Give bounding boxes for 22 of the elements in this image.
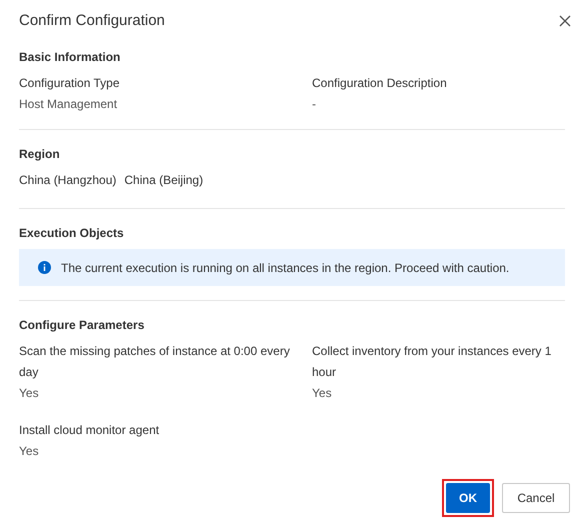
field-label: Scan the missing patches of instance at 0:00 every day: [19, 343, 291, 381]
field-value: Yes: [19, 385, 40, 402]
field-label: Install cloud monitor agent: [19, 422, 160, 439]
field-value: Host Management: [19, 96, 118, 113]
field-value: -: [312, 96, 317, 113]
info-icon: [38, 261, 51, 274]
dialog-title: Confirm Configuration: [19, 10, 165, 31]
section-heading: Execution Objects: [19, 225, 125, 242]
section-heading: Region: [19, 146, 61, 163]
field-label: Configuration Description: [312, 75, 448, 92]
region-value: China (Hangzhou): [19, 172, 116, 189]
cancel-button[interactable]: Cancel: [502, 483, 570, 513]
field-label: Collect inventory from your instances every 1 hour: [312, 343, 552, 381]
field-label: Configuration Type: [19, 75, 121, 92]
region-value: China (Beijing): [124, 172, 204, 189]
close-button[interactable]: [558, 14, 572, 28]
field-value: Yes: [312, 385, 333, 402]
notice-text: The current execution is running on all instances in the region. Proceed with caution.: [61, 260, 510, 276]
field-value: Yes: [19, 443, 40, 460]
section-heading: Basic Information: [19, 49, 122, 66]
ok-button[interactable]: OK: [446, 483, 490, 513]
section-heading: Configure Parameters: [19, 317, 146, 334]
